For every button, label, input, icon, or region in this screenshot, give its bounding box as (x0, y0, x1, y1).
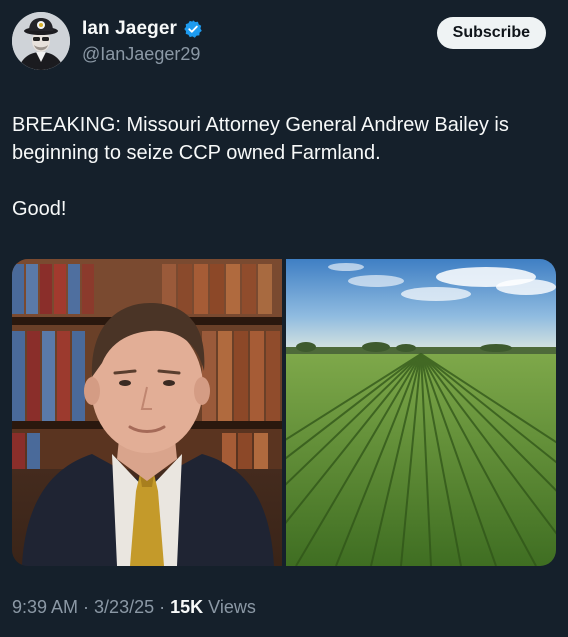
media-photo-farmland[interactable] (286, 259, 556, 566)
author-handle[interactable]: @IanJaeger29 (82, 44, 200, 65)
author-display-name[interactable]: Ian Jaeger (82, 18, 177, 40)
tweet-media (12, 259, 556, 566)
author-name-row[interactable]: Ian Jaeger (82, 18, 203, 40)
views-label: Views (203, 597, 256, 617)
tweet-time[interactable]: 9:39 AM (12, 597, 78, 617)
avatar[interactable] (12, 12, 70, 70)
portrait-photo-icon (12, 259, 282, 566)
tweet-meta: 9:39 AM · 3/23/25 · 15K Views (12, 597, 256, 618)
meta-separator: · (78, 597, 95, 617)
tweet-text-line: BREAKING: Missouri Attorney General Andr… (12, 114, 509, 164)
verified-badge-icon (183, 19, 203, 39)
farmland-photo-icon (286, 259, 556, 566)
tweet-text-line: Good! (12, 198, 67, 220)
avatar-image (12, 12, 70, 70)
tweet-date[interactable]: 3/23/25 (94, 597, 154, 617)
views-count[interactable]: 15K (170, 597, 203, 617)
tweet-card: Ian Jaeger @IanJaeger29 Subscribe BREAKI… (0, 0, 568, 637)
tweet-text: BREAKING: Missouri Attorney General Andr… (12, 111, 556, 223)
media-photo-portrait[interactable] (12, 259, 282, 566)
meta-separator: · (154, 597, 171, 617)
subscribe-button[interactable]: Subscribe (436, 17, 546, 49)
